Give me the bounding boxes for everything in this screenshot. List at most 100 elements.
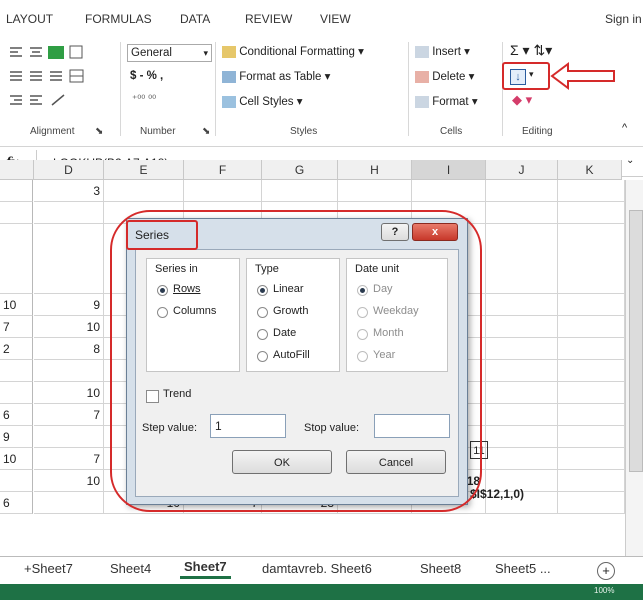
cell-j[interactable] — [486, 404, 558, 426]
insert-cells-button[interactable]: Insert ▾ — [415, 44, 470, 58]
cell-j[interactable] — [486, 360, 558, 382]
sheet-tab[interactable]: Sheet5 ... — [495, 561, 551, 576]
column-header-e[interactable]: E — [104, 160, 184, 180]
row-header[interactable]: 6 — [0, 492, 33, 514]
cell-d[interactable] — [34, 426, 104, 448]
highlight-box — [502, 62, 550, 90]
cell-d[interactable] — [34, 224, 104, 294]
sheet-tab[interactable]: +Sheet7 — [24, 561, 73, 576]
cell-j[interactable] — [486, 426, 558, 448]
cell-d[interactable]: 8 — [34, 338, 104, 360]
cell-d[interactable]: 10 — [34, 382, 104, 404]
cell-d[interactable] — [34, 202, 104, 224]
add-sheet-icon[interactable]: + — [597, 562, 615, 580]
cell-j[interactable] — [486, 294, 558, 316]
cell-k[interactable] — [558, 180, 625, 202]
cell-k[interactable] — [558, 294, 625, 316]
cell-j[interactable] — [486, 202, 558, 224]
cell-j[interactable] — [486, 382, 558, 404]
cell-j[interactable] — [486, 338, 558, 360]
column-header-j[interactable]: J — [486, 160, 558, 180]
row-header[interactable] — [0, 360, 33, 382]
sheet-tab[interactable]: Sheet8 — [420, 561, 461, 576]
decimal-buttons[interactable]: ⁺⁰⁰ ⁰⁰ — [132, 94, 156, 105]
row-header[interactable]: 9 — [0, 426, 33, 448]
row-header[interactable] — [0, 224, 33, 294]
column-header-d[interactable]: D — [34, 160, 104, 180]
cell-k[interactable] — [558, 492, 625, 514]
column-header-h[interactable]: H — [338, 160, 412, 180]
number-format-select[interactable]: General ▾ — [127, 44, 212, 62]
autosum-button[interactable]: Σ ▾ ⇅▾ — [510, 42, 552, 59]
column-header-g[interactable]: G — [262, 160, 338, 180]
tab-page-layout[interactable]: LAYOUT — [6, 12, 53, 26]
cell-d[interactable]: 10 — [34, 470, 104, 492]
cell-e[interactable] — [104, 180, 184, 202]
sign-in-link[interactable]: Sign in — [605, 12, 642, 26]
row-header[interactable]: 7 — [0, 316, 33, 338]
cell-k[interactable] — [558, 448, 625, 470]
sheet-tab-active[interactable]: Sheet7 — [180, 559, 231, 579]
column-header-k[interactable]: K — [558, 160, 622, 180]
tab-formulas[interactable]: FORMULAS — [85, 12, 152, 26]
row-header[interactable]: 10 — [0, 294, 33, 316]
cell-d[interactable]: 7 — [34, 448, 104, 470]
row-header[interactable] — [0, 382, 33, 404]
zoom-level[interactable]: 100% — [594, 586, 614, 595]
clear-button[interactable]: ◆ ▾ — [512, 92, 532, 108]
format-as-table-button[interactable]: Format as Table ▾ — [222, 69, 330, 83]
row-header[interactable]: 6 — [0, 404, 33, 426]
cell-j[interactable] — [486, 224, 558, 294]
cell-i[interactable] — [412, 180, 486, 202]
cell-k[interactable] — [558, 382, 625, 404]
vertical-scrollbar[interactable] — [625, 180, 643, 556]
indent-icons[interactable] — [8, 92, 108, 108]
row-header[interactable] — [0, 470, 33, 492]
select-all-corner[interactable] — [0, 160, 34, 180]
cell-k[interactable] — [558, 426, 625, 448]
tab-view[interactable]: VIEW — [320, 12, 351, 26]
sheet-tab[interactable]: Sheet4 — [110, 561, 151, 576]
alignment-icons-row2[interactable] — [8, 68, 128, 84]
cell-k[interactable] — [558, 470, 625, 492]
alignment-launcher-icon[interactable]: ⬊ — [95, 126, 103, 137]
alignment-icons-row1[interactable] — [8, 44, 118, 60]
cell-j[interactable] — [486, 448, 558, 470]
scrollbar-thumb[interactable] — [629, 210, 643, 472]
column-header-f[interactable]: F — [184, 160, 262, 180]
conditional-formatting-button[interactable]: Conditional Formatting ▾ — [222, 44, 364, 58]
cell-k[interactable] — [558, 360, 625, 382]
cell-k[interactable] — [558, 338, 625, 360]
cell-g[interactable] — [262, 180, 338, 202]
row-header[interactable]: 10 — [0, 448, 33, 470]
row-header[interactable] — [0, 202, 33, 224]
collapse-ribbon-icon[interactable]: ^ — [622, 122, 627, 134]
cell-k[interactable] — [558, 316, 625, 338]
tab-review[interactable]: REVIEW — [245, 12, 292, 26]
sheet-tabs-bar: +Sheet7 Sheet4 Sheet7 damtavreb. Sheet6 … — [0, 556, 643, 585]
cell-j[interactable] — [486, 180, 558, 202]
delete-cells-button[interactable]: Delete ▾ — [415, 69, 474, 83]
number-launcher-icon[interactable]: ⬊ — [202, 126, 210, 137]
cell-d[interactable] — [34, 492, 104, 514]
cell-d[interactable]: 9 — [34, 294, 104, 316]
cell-k[interactable] — [558, 202, 625, 224]
cell-f[interactable] — [184, 180, 262, 202]
row-header[interactable] — [0, 180, 33, 202]
format-cells-button[interactable]: Format ▾ — [415, 94, 478, 108]
cell-d[interactable]: 10 — [34, 316, 104, 338]
currency-format-buttons[interactable]: $ - % , — [130, 70, 163, 82]
cell-k[interactable] — [558, 404, 625, 426]
cell-d[interactable]: 7 — [34, 404, 104, 426]
row-header[interactable]: 2 — [0, 338, 33, 360]
cell-styles-button[interactable]: Cell Styles ▾ — [222, 94, 303, 108]
cell-d[interactable] — [34, 360, 104, 382]
cell-k[interactable] — [558, 224, 625, 294]
tab-data[interactable]: DATA — [180, 12, 210, 26]
expand-formula-icon[interactable]: ⌄ — [626, 155, 634, 166]
sheet-tab[interactable]: damtavreb. Sheet6 — [262, 561, 372, 576]
column-header-i[interactable]: I — [412, 160, 486, 180]
cell-d[interactable]: 3 — [34, 180, 104, 202]
cell-h[interactable] — [338, 180, 412, 202]
cell-j[interactable] — [486, 316, 558, 338]
